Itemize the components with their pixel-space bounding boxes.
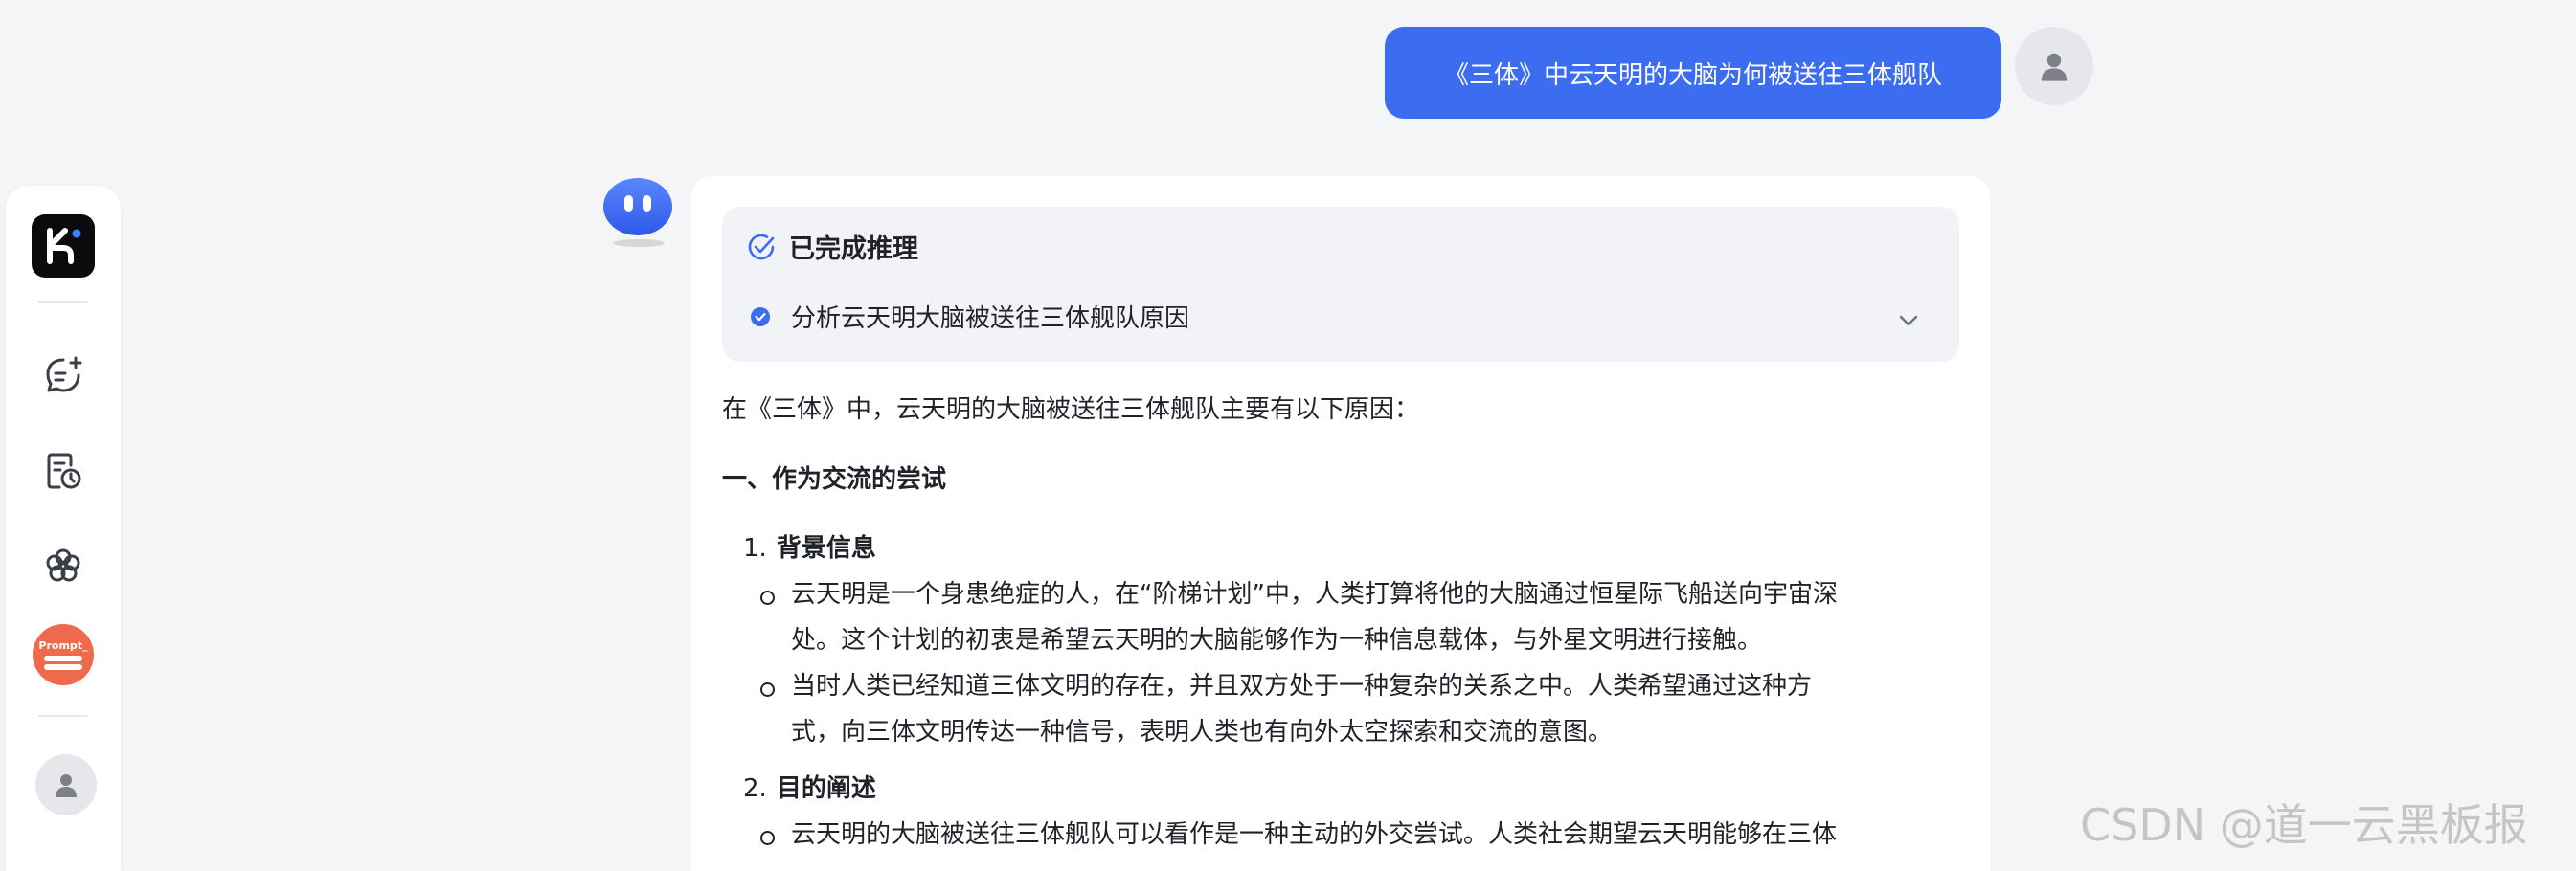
reasoning-header: 已完成推理 (747, 228, 918, 265)
chevron-down-icon[interactable] (1898, 314, 1919, 327)
sidebar: Prompt_ (6, 186, 121, 871)
user-avatar-icon (56, 774, 77, 797)
user-message-text: 《三体》中云天明的大脑为何被送往三体舰队 (1443, 60, 1942, 90)
flower-icon (46, 548, 80, 582)
sidebar-divider (38, 715, 88, 717)
list-item-line: 云天明的大脑被送往三体舰队可以看作是一种主动的外交尝试。人类社会期望云天明能够在… (791, 820, 1838, 849)
list-item: 云天明是一个身患绝症的人，在“阶梯计划”中，人类打算将他的大脑通过恒星际飞船送向… (753, 571, 1950, 663)
answer-intro: 在《三体》中，云天明的大脑被送往三体舰队主要有以下原因： (722, 395, 1420, 424)
watermark: CSDN @道一云黑板报 (2080, 799, 2528, 851)
assistant-avatar-shadow (613, 239, 665, 247)
prompt-app-button[interactable]: Prompt_ (33, 624, 94, 685)
chat-plus-icon (46, 356, 82, 392)
list-item-line: 式，向三体文明传达一种信号，表明人类也有向外太空探索和交流的意图。 (791, 718, 1614, 747)
user-profile-button[interactable] (35, 754, 97, 815)
numbered-item-heading: 2. 目的阐述 (743, 766, 876, 812)
assistant-avatar-icon (603, 178, 672, 235)
prompt-bar-icon (44, 663, 82, 670)
explore-button[interactable] (34, 538, 92, 595)
app-root: Prompt_ 《三体》中云天明的大脑为何被送往三体舰队 已完成推理 分析云天明… (0, 0, 2576, 871)
prompt-label: Prompt_ (38, 638, 88, 652)
item-title: 背景信息 (776, 534, 876, 563)
reasoning-panel: 已完成推理 分析云天明大脑被送往三体舰队原因 (722, 207, 1959, 362)
reasoning-step-text: 分析云天明大脑被送往三体舰队原因 (791, 304, 1190, 333)
sidebar-divider (38, 302, 88, 303)
item-number: 1. (743, 534, 767, 563)
prompt-bar-icon (44, 655, 82, 661)
list-item: 当时人类已经知道三体文明的存在，并且双方处于一种复杂的关系之中。人类希望通过这种… (753, 663, 1950, 755)
user-avatar (2015, 27, 2093, 105)
check-circle-icon (748, 234, 775, 259)
list-item-line: 处。这个计划的初衷是希望云天明的大脑能够作为一种信息载体，与外星文明进行接触。 (791, 626, 1763, 655)
list-item-line: 当时人类已经知道三体文明的存在，并且双方处于一种复杂的关系之中。人类希望通过这种… (791, 672, 1813, 701)
section-heading: 一、作为交流的尝试 (722, 465, 947, 494)
app-logo[interactable] (32, 214, 95, 278)
item-number: 2. (743, 774, 767, 803)
item-title: 目的阐述 (776, 774, 876, 803)
check-dot-icon (751, 306, 770, 326)
list-item: 云天明的大脑被送往三体舰队可以看作是一种主动的外交尝试。人类社会期望云天明能够在… (753, 812, 1950, 858)
history-doc-icon (47, 453, 81, 489)
numbered-item-heading: 1. 背景信息 (743, 525, 876, 571)
reasoning-step: 分析云天明大脑被送往三体舰队原因 (751, 299, 1189, 334)
kimi-logo-icon (47, 228, 81, 264)
reasoning-status-title: 已完成推理 (789, 234, 918, 264)
user-message-bubble: 《三体》中云天明的大脑为何被送往三体舰队 (1385, 27, 2001, 119)
list-item-line: 云天明是一个身患绝症的人，在“阶梯计划”中，人类打算将他的大脑通过恒星际飞船送向… (791, 580, 1838, 609)
new-chat-button[interactable] (34, 346, 92, 404)
assistant-answer-card: 已完成推理 分析云天明大脑被送往三体舰队原因 在《三体》中，云天明的大脑被送往三… (691, 176, 1990, 871)
history-button[interactable] (34, 442, 92, 500)
user-avatar-icon (2041, 53, 2068, 81)
